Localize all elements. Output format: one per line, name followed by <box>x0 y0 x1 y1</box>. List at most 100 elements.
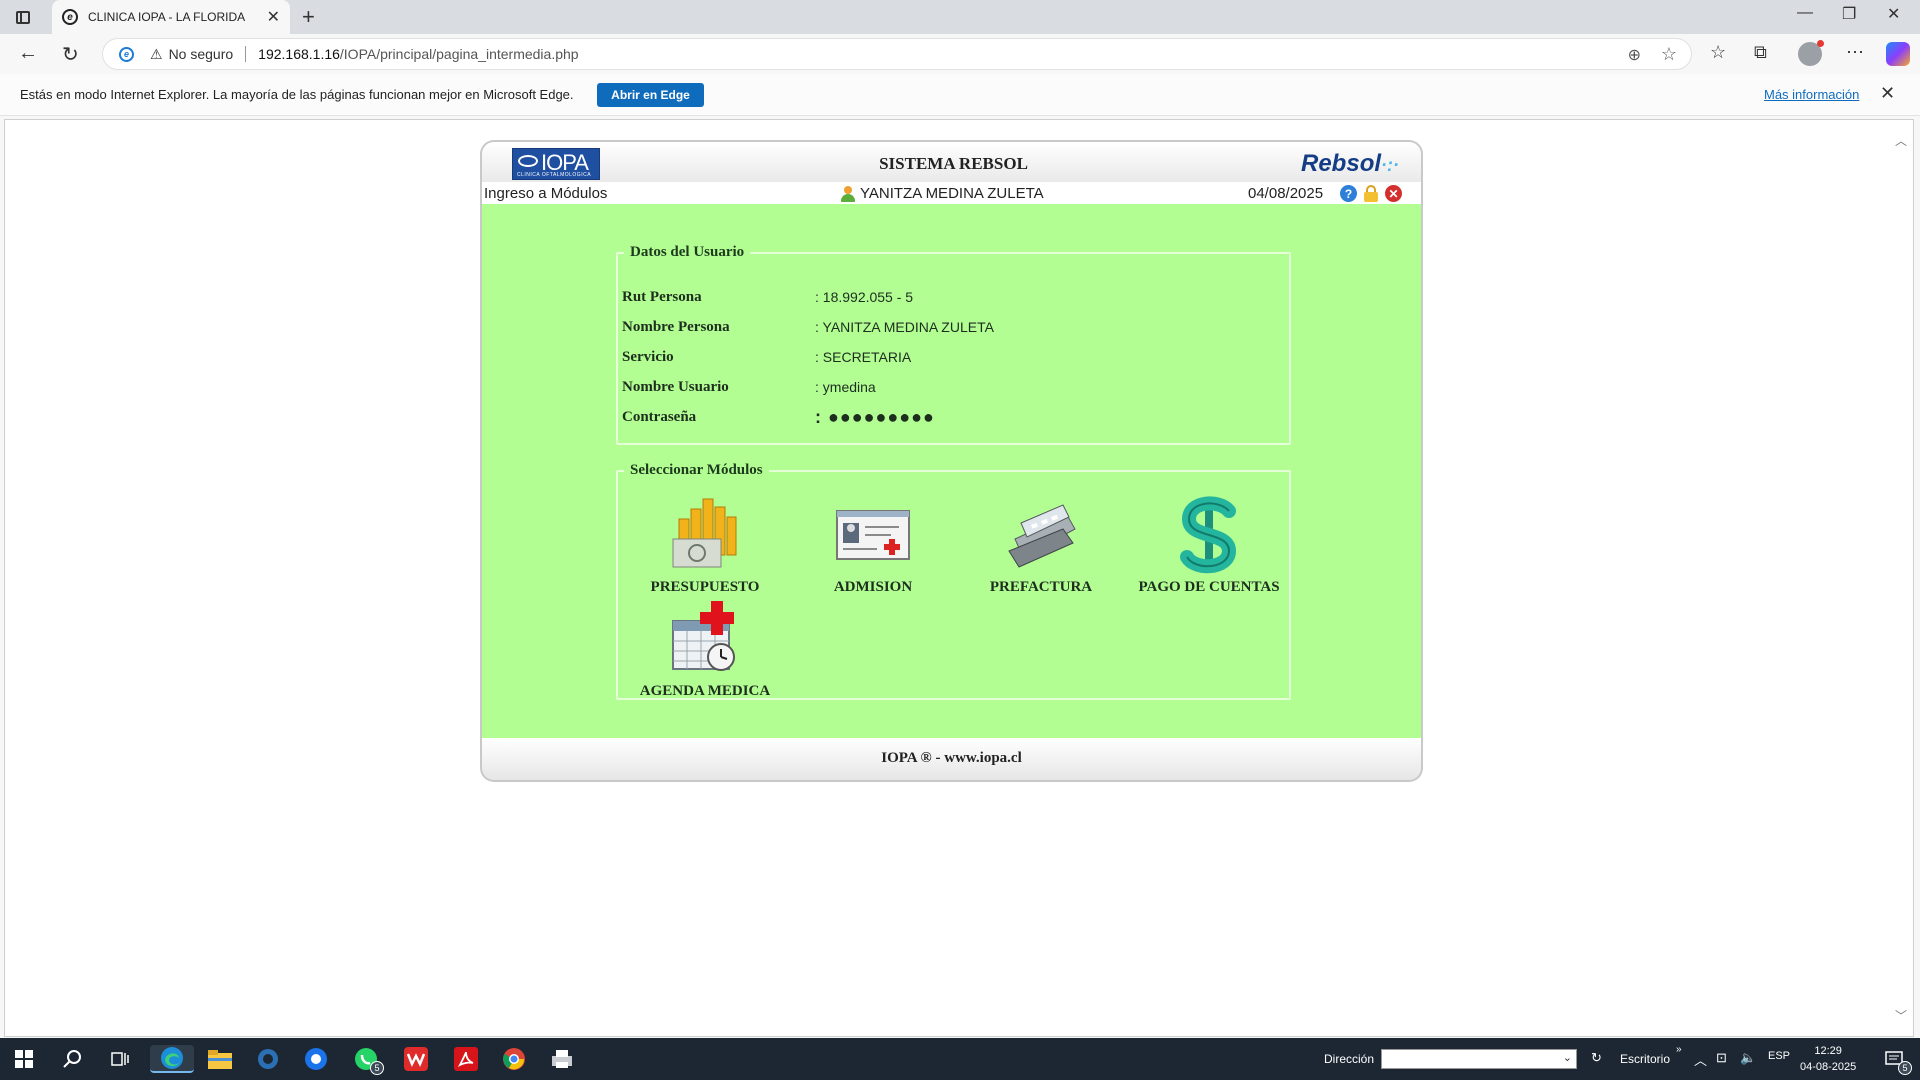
module-label[interactable]: PRESUPUESTO <box>630 579 780 596</box>
field-label: Rut Persona <box>622 289 702 305</box>
notifications-icon[interactable]: 5 <box>1880 1045 1912 1075</box>
separator <box>245 46 247 62</box>
id-card-icon[interactable] <box>833 495 913 575</box>
favorite-star-icon[interactable]: ☆ <box>1661 44 1677 65</box>
current-user: YANITZA MEDINA ZULETA <box>840 185 1044 202</box>
field-label: Nombre Usuario <box>622 379 729 395</box>
favorites-icon[interactable]: ☆ <box>1710 42 1726 63</box>
address-toolbar-label: Dirección <box>1324 1052 1375 1066</box>
chevron-down-icon[interactable]: ⌄ <box>1563 1051 1572 1064</box>
coins-money-icon[interactable] <box>665 495 745 575</box>
whatsapp-badge: 5 <box>370 1061 384 1075</box>
window-close-icon[interactable]: ✕ <box>1887 4 1900 24</box>
url-field[interactable]: e ⚠ No seguro 192.168.1.16/IOPA/principa… <box>102 38 1692 70</box>
modules-legend: Seleccionar Módulos <box>630 462 763 478</box>
rebsol-logo: Rebsol·:· <box>1301 150 1399 178</box>
field-label: Contraseña <box>622 409 697 425</box>
refresh-icon[interactable]: ↻ <box>62 42 79 67</box>
field-label: Nombre Persona <box>622 319 730 335</box>
infobar-message: Estás en modo Internet Explorer. La mayo… <box>20 87 574 102</box>
restore-icon[interactable]: ❐ <box>1842 4 1856 24</box>
edge-legacy-icon[interactable] <box>254 1045 282 1073</box>
current-user-name: YANITZA MEDINA ZULETA <box>860 185 1044 202</box>
zoom-icon[interactable]: ⊕ <box>1628 45 1641 65</box>
more-info-link[interactable]: Más información <box>1764 87 1859 102</box>
printer-app-icon[interactable] <box>548 1045 576 1073</box>
tab-close-icon[interactable]: ✕ <box>267 7 280 27</box>
infobar-close-icon[interactable]: ✕ <box>1880 83 1895 104</box>
desktop-toolbar-label[interactable]: Escritorio <box>1620 1052 1670 1066</box>
security-label[interactable]: No seguro <box>169 46 234 62</box>
app-status-bar: Ingreso a Módulos YANITZA MEDINA ZULETA … <box>480 182 1423 204</box>
module-pago-de-cuentas[interactable]: PAGO DE CUENTAS <box>1134 495 1284 596</box>
warning-icon[interactable]: ⚠ <box>150 46 163 63</box>
module-presupuesto[interactable]: PRESUPUESTO <box>630 495 780 596</box>
module-agenda-medica[interactable]: AGENDA MEDICA <box>630 599 780 700</box>
tab-title: CLINICA IOPA - LA FLORIDA <box>88 10 246 24</box>
whatsapp-icon[interactable]: 5 <box>352 1045 384 1075</box>
minimize-icon[interactable]: — <box>1797 4 1813 22</box>
scroll-down-icon[interactable]: ﹀ <box>1895 1007 1907 1024</box>
medical-calendar-icon[interactable] <box>665 599 745 679</box>
windows-start-icon[interactable] <box>10 1045 38 1073</box>
breadcrumb: Ingreso a Módulos <box>484 185 608 202</box>
brand-dots-icon: ·:· <box>1381 155 1399 175</box>
language-indicator[interactable]: ESP <box>1768 1050 1790 1062</box>
module-label[interactable]: PAGO DE CUENTAS <box>1134 579 1284 596</box>
module-prefactura[interactable]: PREFACTURA <box>966 495 1116 596</box>
field-label: Servicio <box>622 349 674 365</box>
browser-essentials-icon[interactable]: ⧉ <box>1754 42 1767 63</box>
user-data-panel: Datos del Usuario Rut Persona : 18.992.0… <box>616 244 1291 445</box>
acrobat-icon[interactable] <box>452 1045 480 1073</box>
edge-taskbar-icon[interactable] <box>150 1045 194 1073</box>
rebsol-app: IOPA CLINICA OFTALMOLOGICA SISTEMA REBSO… <box>480 140 1423 782</box>
ie-mode-icon: e <box>62 9 78 25</box>
windows-taskbar: 5 Dirección ⌄ ↻ Escritorio » ︿ ⊡ 🔈 ESP 1… <box>0 1038 1920 1080</box>
wps-office-icon[interactable] <box>402 1045 430 1073</box>
help-icon[interactable]: ? <box>1340 185 1357 202</box>
notifications-badge: 5 <box>1898 1061 1912 1075</box>
url-path: /IOPA/principal/pagina_intermedia.php <box>339 46 579 62</box>
toolbar-overflow-icon[interactable]: » <box>1676 1044 1682 1055</box>
cash-register-icon[interactable] <box>1001 495 1081 575</box>
chrome-icon[interactable] <box>500 1045 528 1073</box>
ie-mode-icon: e <box>119 46 134 62</box>
address-toolbar-input[interactable]: ⌄ <box>1381 1049 1577 1069</box>
address-bar-row: ← ↻ e ⚠ No seguro 192.168.1.16/IOPA/prin… <box>0 34 1920 74</box>
network-icon[interactable]: ⊡ <box>1716 1050 1727 1066</box>
modules-panel: Seleccionar Módulos PRESUPUESTO ADMISION… <box>616 462 1291 700</box>
tab-actions-icon[interactable] <box>12 7 34 27</box>
go-refresh-icon[interactable]: ↻ <box>1591 1050 1602 1066</box>
password-value: : ●●●●●●●●● <box>815 407 935 427</box>
more-menu-icon[interactable]: ⋯ <box>1846 42 1864 63</box>
copilot-icon[interactable] <box>1886 42 1910 66</box>
taskbar-clock[interactable]: 12:29 04-08-2025 <box>1800 1043 1856 1075</box>
url-host: 192.168.1.16 <box>258 46 340 62</box>
module-label[interactable]: AGENDA MEDICA <box>630 683 780 700</box>
module-label[interactable]: ADMISION <box>798 579 948 596</box>
dollar-sign-icon[interactable] <box>1169 495 1249 575</box>
open-in-edge-button[interactable]: Abrir en Edge <box>597 83 704 107</box>
task-view-icon[interactable] <box>106 1045 134 1073</box>
back-icon[interactable]: ← <box>18 42 38 65</box>
outlook-icon[interactable] <box>302 1045 330 1073</box>
browser-tab[interactable]: e CLINICA IOPA - LA FLORIDA ✕ <box>52 0 290 34</box>
file-explorer-icon[interactable] <box>206 1045 234 1073</box>
clock-time: 12:29 <box>1814 1045 1842 1057</box>
scroll-up-icon[interactable]: ︿ <box>1895 132 1907 149</box>
profile-avatar-icon[interactable] <box>1798 40 1824 66</box>
app-body: Datos del Usuario Rut Persona : 18.992.0… <box>480 204 1423 738</box>
module-admision[interactable]: ADMISION <box>798 495 948 596</box>
module-label[interactable]: PREFACTURA <box>966 579 1116 596</box>
current-date: 04/08/2025 <box>1248 185 1324 202</box>
logout-icon[interactable]: ✕ <box>1385 185 1402 202</box>
user-data-legend: Datos del Usuario <box>630 244 745 260</box>
tray-expand-icon[interactable]: ︿ <box>1694 1050 1707 1069</box>
lock-icon[interactable] <box>1364 185 1378 202</box>
ie-mode-infobar: Estás en modo Internet Explorer. La mayo… <box>0 74 1920 116</box>
footer-text: IOPA ® - www.iopa.cl <box>881 750 1022 766</box>
field-value: : YANITZA MEDINA ZULETA <box>815 319 994 335</box>
search-icon[interactable] <box>58 1045 86 1073</box>
new-tab-icon[interactable]: + <box>302 4 315 30</box>
volume-icon[interactable]: 🔈 <box>1740 1050 1756 1066</box>
